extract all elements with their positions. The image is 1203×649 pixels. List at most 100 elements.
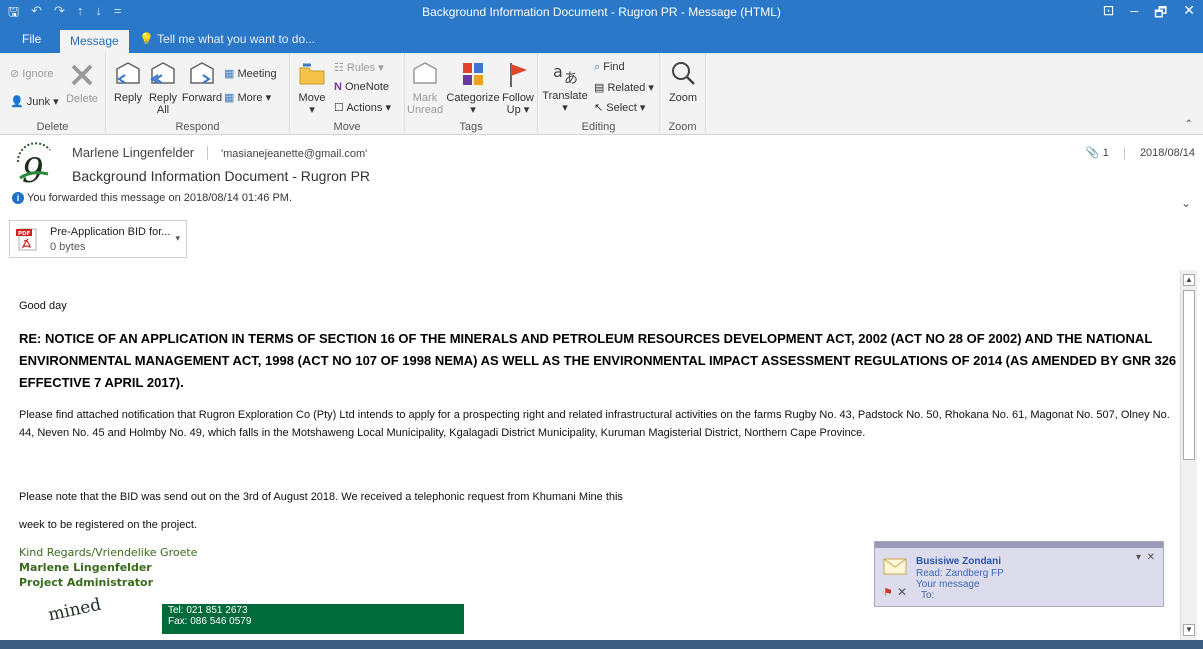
translate-button[interactable]: aあ Translate ▾ (542, 57, 588, 114)
signature-regards: Kind Regards/Vriendelike Groete (19, 546, 198, 559)
vertical-scrollbar[interactable]: ▲ ▼ (1180, 270, 1197, 640)
note-line-1: Please note that the BID was send out on… (19, 491, 623, 503)
alert-subject: Read: Zandberg FP (916, 568, 1004, 579)
junk-icon: 👤 (10, 96, 27, 108)
sender-name[interactable]: Marlene Lingenfelder (72, 145, 194, 160)
close-icon[interactable]: ✕ (1183, 2, 1195, 26)
alert-line-3: To: (921, 590, 935, 601)
group-respond: Reply Reply All Forward ▦ Meeting ▦ More … (106, 53, 290, 135)
attachment-name: Pre-Application BID for... (50, 226, 171, 238)
message-date: 2018/08/14 (1139, 147, 1195, 159)
flag-icon (510, 63, 527, 87)
alert-sender: Busisiwe Zondani (916, 556, 1002, 567)
zoom-button[interactable]: Zoom (666, 59, 700, 104)
select-button[interactable]: ↖ Select ▾ (594, 101, 645, 114)
more-button[interactable]: ▦ More ▾ (224, 91, 271, 104)
scroll-down-icon[interactable]: ▼ (1183, 624, 1195, 636)
window-title: Background Information Document - Rugron… (422, 5, 781, 19)
onenote-button[interactable]: N OneNote (334, 81, 389, 93)
contact-fax: Fax: 086 546 0579 (168, 616, 252, 627)
message-subject: Background Information Document - Rugron… (72, 168, 371, 184)
find-button[interactable]: ⌕ Find (594, 61, 625, 74)
group-zoom: Zoom Zoom (660, 53, 706, 135)
related-button[interactable]: ▤ Related ▾ (594, 81, 654, 94)
forward-button[interactable]: Forward (180, 59, 224, 104)
lightbulb-icon: 💡 (139, 32, 158, 46)
group-delete: ⊘ Ignore 👤 Junk ▾ Delete Delete (0, 53, 106, 135)
alert-close-icon[interactable]: ▾ ✕ (1136, 552, 1155, 563)
info-icon: i (12, 192, 24, 204)
magnifier-icon (672, 62, 695, 85)
delete-button[interactable]: Delete (64, 60, 100, 105)
recipient[interactable]: 'masianejeanette@gmail.com' (221, 148, 367, 160)
title-bar: 🖫 ↶ ↷ ↑ ↓ = Background Information Docum… (0, 0, 1203, 26)
junk-button[interactable]: 👤 Junk ▾ (10, 95, 59, 108)
svg-text:PDF: PDF (18, 231, 31, 237)
select-icon: ↖ (594, 102, 607, 114)
minimize-icon[interactable]: – (1130, 2, 1138, 26)
meeting-icon: ▦ (224, 68, 238, 80)
restore-icon[interactable]: 🗗 (1154, 2, 1167, 26)
move-button[interactable]: Move ▾ (296, 59, 328, 116)
actions-button[interactable]: ☐ Actions ▾ (334, 101, 391, 114)
scroll-thumb[interactable] (1183, 290, 1195, 460)
group-label-delete: Delete (36, 121, 69, 133)
rules-icon: ☷ (334, 62, 347, 74)
ignore-button[interactable]: ⊘ Ignore (10, 67, 53, 80)
group-label-respond: Respond (175, 121, 220, 133)
alert-delete-icon[interactable]: ✕ (897, 585, 907, 599)
ribbon-display-options-icon[interactable]: ⊡ (1103, 2, 1115, 26)
rules-button[interactable]: ☷ Rules ▾ (334, 61, 384, 74)
alert-grip[interactable] (875, 542, 1163, 548)
contact-banner: Tel: 021 851 2673 Fax: 086 546 0579 (162, 604, 464, 634)
follow-up-button[interactable]: Follow Up ▾ (501, 59, 535, 116)
group-tags: Mark Unread Categorize ▾ Follow Up ▾ Tags (405, 53, 538, 135)
collapse-ribbon-icon[interactable]: ⌃ (1185, 119, 1193, 130)
group-move: Move ▾ ☷ Rules ▾ N OneNote ☐ Actions ▾ Mo… (290, 53, 405, 135)
pdf-icon: PDF (16, 228, 37, 251)
group-label-move: Move (333, 121, 361, 133)
mark-unread-icon (413, 62, 437, 84)
translate-icon: aあ (553, 62, 578, 87)
delete-x-icon (71, 64, 93, 86)
desktop-alert[interactable]: ⚑ ✕ Busisiwe Zondani Read: Zandberg FP Y… (874, 541, 1164, 607)
actions-icon: ☐ (334, 102, 347, 114)
reply-all-icon (150, 62, 175, 84)
svg-text:あ: あ (564, 71, 578, 87)
message-meta: 📎 1 2018/08/14 (1086, 146, 1195, 160)
expand-header-icon[interactable]: ⌄ (1181, 196, 1191, 210)
tell-me-search[interactable]: 💡 Tell me what you want to do... (139, 32, 315, 46)
group-label-zoom: Zoom (668, 121, 697, 133)
attachment-size: 0 bytes (50, 241, 86, 253)
tab-message[interactable]: Message (60, 30, 129, 53)
group-editing: aあ Translate ▾ ⌕ Find ▤ Related ▾ ↖ Selec… (538, 53, 660, 135)
message-header: 9 Marlene Lingenfelder 'masianejeanette@… (0, 136, 1203, 258)
scroll-up-icon[interactable]: ▲ (1183, 274, 1195, 286)
attachment-dropdown-icon[interactable]: ▾ (175, 233, 180, 244)
reply-button[interactable]: Reply (110, 59, 146, 104)
contact-tel: Tel: 021 851 2673 (168, 605, 248, 616)
categorize-button[interactable]: Categorize ▾ (445, 59, 501, 116)
paperclip-icon: 📎 (1085, 147, 1100, 159)
tab-file[interactable]: File (22, 32, 41, 46)
meeting-button[interactable]: ▦ Meeting (224, 67, 277, 80)
reply-icon (116, 62, 140, 84)
attachment-item[interactable]: PDF Pre-Application BID for... 0 bytes ▾ (9, 220, 187, 258)
reply-all-button[interactable]: Reply All (146, 59, 180, 116)
categorize-icon (463, 63, 483, 85)
onenote-icon: N (334, 81, 345, 93)
attachment-count: 1 (1102, 147, 1109, 159)
ignore-icon: ⊘ (10, 68, 23, 80)
ribbon: ⊘ Ignore 👤 Junk ▾ Delete Delete Reply Re… (0, 53, 1203, 135)
forward-icon (190, 62, 214, 84)
greeting: Good day (19, 300, 67, 312)
meta-divider (1123, 146, 1125, 160)
tell-me-label: Tell me what you want to do... (157, 32, 316, 46)
mark-unread-button[interactable]: Mark Unread (407, 59, 443, 116)
svg-text:9: 9 (22, 151, 44, 188)
alert-flag-icon[interactable]: ⚑ (883, 586, 893, 599)
header-divider (207, 146, 208, 160)
more-icon: ▦ (224, 92, 238, 104)
signature-name: Marlene Lingenfelder (19, 561, 152, 574)
related-icon: ▤ (594, 82, 608, 94)
